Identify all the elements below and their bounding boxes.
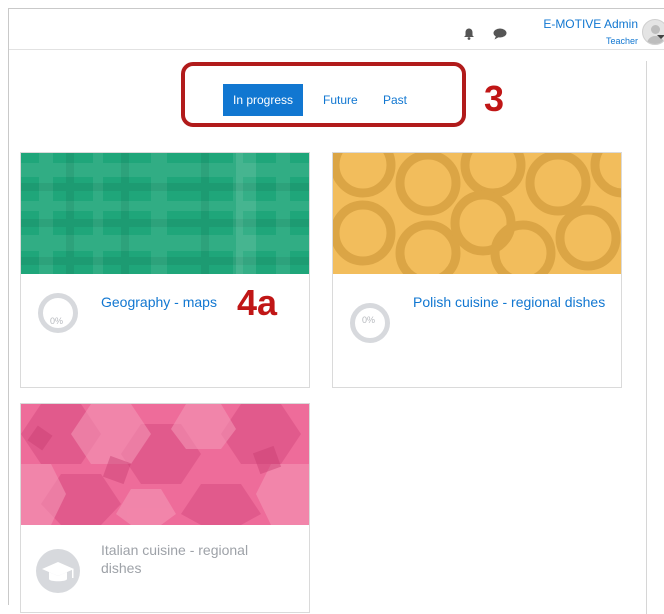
- notifications-bell-icon[interactable]: [463, 28, 475, 40]
- avatar-head: [651, 25, 660, 34]
- course-card-geography[interactable]: 0% Geography - maps: [20, 152, 310, 388]
- chevron-down-icon[interactable]: [657, 35, 664, 39]
- plaid-pattern-image: [21, 153, 309, 274]
- avatar[interactable]: [642, 19, 664, 45]
- user-name[interactable]: E-MOTIVE Admin: [514, 17, 638, 31]
- course-image[interactable]: [21, 153, 309, 274]
- course-title[interactable]: Geography - maps: [101, 293, 217, 311]
- course-image[interactable]: [21, 404, 309, 525]
- course-image[interactable]: [333, 153, 621, 274]
- course-placeholder-avatar: [36, 549, 80, 593]
- circles-pattern-image: [333, 153, 621, 274]
- right-panel-divider: [646, 61, 647, 614]
- course-title[interactable]: Polish cuisine - regional dishes: [413, 293, 605, 311]
- progress-percent: 0%: [362, 315, 376, 325]
- graduation-cap-icon: [42, 562, 74, 582]
- messages-chat-icon[interactable]: [493, 28, 507, 40]
- annotation-marker-3: 3: [484, 78, 505, 119]
- progress-percent: 0%: [50, 316, 64, 326]
- progress-ring: [38, 293, 78, 333]
- annotation-marker-4a: 4a: [237, 282, 278, 323]
- course-title[interactable]: Italian cuisine - regional dishes: [101, 541, 271, 577]
- top-navbar: E-MOTIVE Admin Teacher: [9, 9, 664, 50]
- course-card-polish-cuisine[interactable]: 0% Polish cuisine - regional dishes: [332, 152, 622, 388]
- user-role: Teacher: [605, 36, 638, 46]
- hexagon-pattern-image: [21, 404, 309, 525]
- tabs-highlight-box: [181, 62, 466, 127]
- course-card-italian-cuisine[interactable]: Italian cuisine - regional dishes: [20, 403, 310, 613]
